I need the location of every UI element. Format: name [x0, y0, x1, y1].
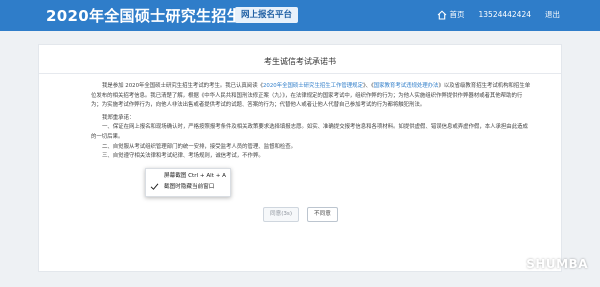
watermark-text: SHUMBA	[526, 257, 588, 271]
home-link[interactable]: 首页	[450, 9, 465, 20]
agree-button[interactable]: 同意(3s)	[263, 207, 300, 222]
commit-item-2: 二、自觉服从考试组织管理部门的统一安排，接受监考人员的管理、监督和检查。	[102, 143, 297, 150]
divider	[39, 73, 561, 74]
violation-rules-link[interactable]: 国家教育考试违规处理办法	[374, 83, 439, 89]
wechat-icon	[506, 257, 522, 270]
pledge-paragraph: 我是参加 2020年全国硕士研究生招生考试的考生。我已认真阅读《2020年全国硕…	[91, 83, 531, 109]
menu-item-screenshot[interactable]: 屏幕截图 Ctrl + Alt + A	[164, 171, 226, 182]
disagree-button[interactable]: 不同意	[307, 207, 338, 222]
regulation-link[interactable]: 2020年全国硕士研究生招生工作管理规定	[263, 83, 363, 89]
button-group: 同意(3s) 不同意	[263, 207, 338, 222]
user-phone[interactable]: 13524442424	[479, 10, 532, 19]
pledge-content: 我是参加 2020年全国硕士研究生招生考试的考生。我已认真阅读《2020年全国硕…	[91, 82, 531, 162]
logout-link[interactable]: 退出	[545, 9, 560, 20]
commit-item-3: 三、自觉遵守相关法律和考试纪律、考场规则，诚信考试，不作弊。	[102, 153, 264, 160]
watermark: SHUMBA	[506, 257, 588, 271]
commit-heading: 我郑重承诺：	[102, 114, 135, 121]
check-icon	[150, 183, 159, 190]
commit-item-1: 一、保证在网上报名和现场确认时，严格按照报考条件及相关政策要求选择填报志愿。如实…	[91, 124, 528, 140]
top-nav: 首页 13524442424 退出	[437, 9, 560, 20]
platform-badge: 网上报名平台	[235, 7, 299, 23]
home-icon[interactable]	[437, 9, 447, 20]
menu-item-hide-window[interactable]: 截图时隐藏当前窗口	[150, 182, 214, 193]
pledge-title: 考生诚信考试承诺书	[264, 57, 336, 66]
pledge-card: 考生诚信考试承诺书 我是参加 2020年全国硕士研究生招生考试的考生。我已认真阅…	[38, 44, 562, 272]
screenshot-context-menu: 屏幕截图 Ctrl + Alt + A 截图时隐藏当前窗口	[145, 168, 231, 197]
menu-item-hide-window-label: 截图时隐藏当前窗口	[164, 184, 215, 190]
top-header: 2020年全国硕士研究生招生考试 网上报名平台 首页 13524442424 退…	[0, 0, 600, 31]
